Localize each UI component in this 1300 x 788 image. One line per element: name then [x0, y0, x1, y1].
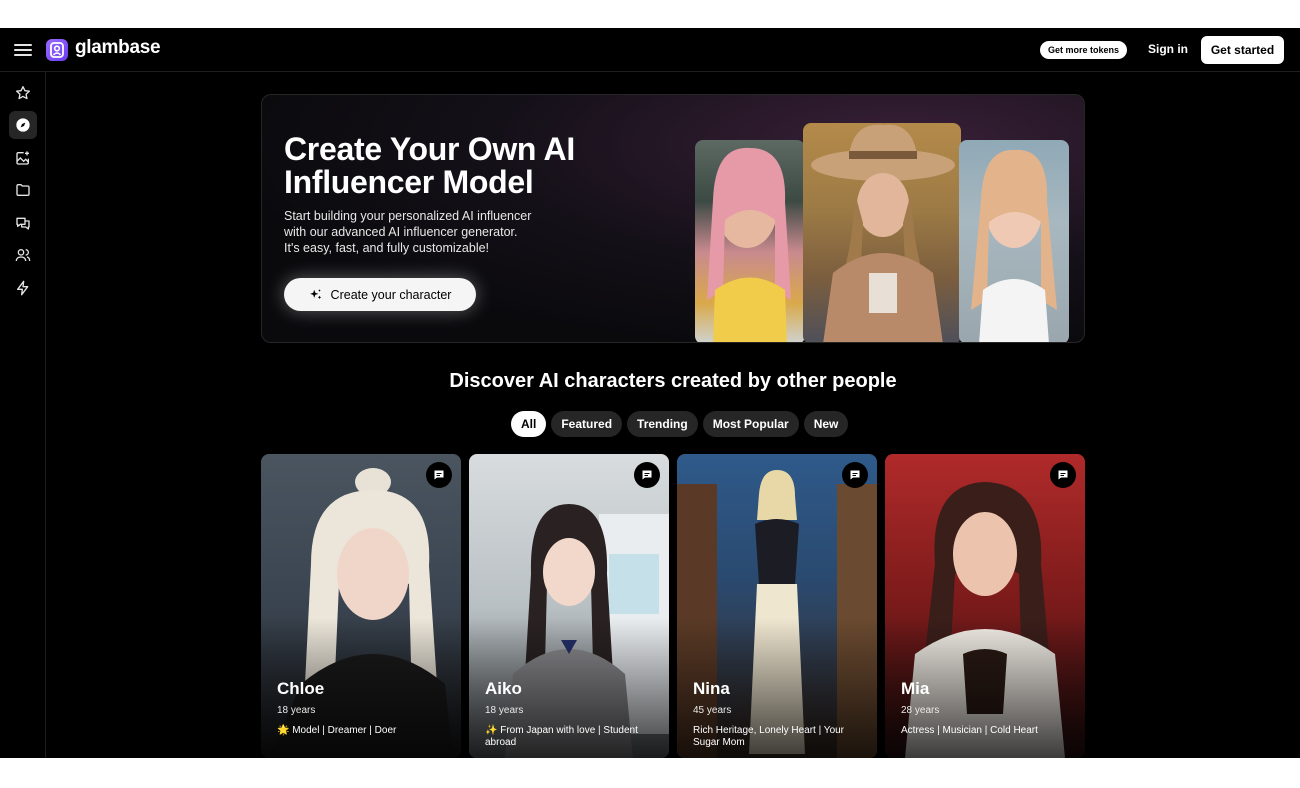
image-plus-icon — [16, 151, 29, 165]
character-card-nina[interactable]: Nina 45 years Rich Heritage, Lonely Hear… — [677, 454, 877, 758]
sidebar-item-collections[interactable] — [9, 176, 37, 204]
star-icon — [16, 86, 30, 100]
create-character-label: Create your character — [330, 287, 452, 302]
logo-text[interactable]: glambase — [75, 37, 161, 59]
character-name: Aiko — [485, 679, 522, 698]
app-window: glambase Get more tokens Sign in Get sta… — [0, 28, 1300, 758]
filter-all[interactable]: All — [511, 411, 547, 437]
chat-icon[interactable] — [426, 462, 452, 488]
sidebar-item-characters[interactable] — [9, 241, 37, 269]
discover-title: Discover AI characters created by other … — [449, 370, 897, 392]
character-age: 18 years — [485, 705, 524, 716]
sidebar-item-favorites[interactable] — [9, 79, 37, 107]
get-started-button[interactable]: Get started — [1201, 36, 1284, 64]
chat-icon — [16, 217, 30, 230]
character-name: Mia — [901, 679, 930, 698]
menu-icon[interactable] — [14, 41, 32, 59]
filter-featured[interactable]: Featured — [551, 411, 623, 437]
character-card-chloe[interactable]: Chloe 18 years 🌟 Model | Dreamer | Doer — [261, 454, 461, 758]
hero-subtitle-line: with our advanced AI influencer generato… — [284, 225, 518, 239]
hero-subtitle-line: Start building your personalized AI infl… — [284, 209, 532, 223]
character-age: 28 years — [901, 705, 940, 716]
filter-trending[interactable]: Trending — [627, 411, 698, 437]
filter-tabs: All Featured Trending Most Popular New — [511, 411, 849, 437]
character-card-aiko[interactable]: Aiko 18 years ✨ From Japan with love | S… — [469, 454, 669, 758]
logo-icon[interactable] — [46, 39, 68, 61]
character-description: 🌟 Model | Dreamer | Doer — [277, 725, 397, 736]
get-more-tokens-button[interactable]: Get more tokens — [1040, 41, 1128, 59]
hero-title: Create Your Own AI Influencer Model — [284, 133, 624, 199]
character-age: 45 years — [693, 705, 732, 716]
compass-icon — [16, 118, 30, 132]
character-name: Chloe — [277, 679, 325, 698]
character-description: Actress | Musician | Cold Heart — [901, 725, 1038, 736]
top-bar: glambase Get more tokens Sign in Get sta… — [0, 28, 1300, 72]
hero-subtitle-line: It's easy, fast, and fully customizable! — [284, 241, 490, 255]
users-icon — [15, 249, 31, 262]
character-name: Nina — [693, 679, 730, 698]
hero-title-line: Create Your Own AI — [284, 131, 575, 167]
hero-photo-left — [695, 140, 805, 342]
character-description: Rich Heritage, Lonely Heart | Your Sugar… — [693, 725, 845, 748]
sidebar-item-chats[interactable] — [9, 209, 37, 237]
filter-new[interactable]: New — [803, 411, 849, 437]
chat-icon[interactable] — [634, 462, 660, 488]
hero-banner: Create Your Own AI Influencer Model Star… — [261, 94, 1085, 343]
character-age: 18 years — [277, 705, 316, 716]
hero-title-line: Influencer Model — [284, 164, 534, 200]
sidebar-item-discover[interactable] — [9, 111, 37, 139]
create-character-button[interactable]: Create your character — [284, 278, 476, 311]
sidebar-item-generate-image[interactable] — [9, 144, 37, 172]
hero-photo-center — [803, 123, 961, 342]
character-card-mia[interactable]: Mia 28 years Actress | Musician | Cold H… — [885, 454, 1085, 758]
sparkle-icon — [309, 288, 321, 299]
filter-most-popular[interactable]: Most Popular — [702, 411, 799, 437]
character-description: ✨ From Japan with love | Student abroad — [485, 725, 638, 748]
sign-in-link[interactable]: Sign in — [1148, 42, 1188, 56]
sidebar-item-upgrade[interactable] — [9, 274, 37, 302]
chat-icon[interactable] — [842, 462, 868, 488]
sidebar — [0, 72, 46, 758]
folder-icon — [16, 184, 30, 196]
lightning-icon — [17, 280, 29, 296]
chat-icon[interactable] — [1050, 462, 1076, 488]
hero-photo-right — [959, 140, 1069, 342]
hero-subtitle: Start building your personalized AI infl… — [284, 208, 564, 256]
